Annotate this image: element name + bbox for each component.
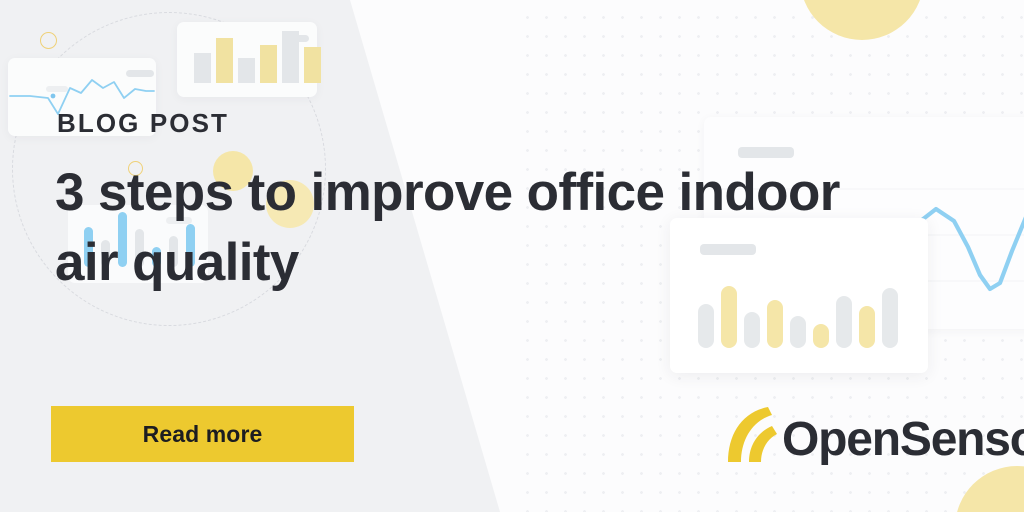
- bar-4: [260, 45, 277, 83]
- brand-name: OpenSensors: [782, 413, 1024, 466]
- bar-4: [767, 300, 783, 348]
- signal-arc-icon: [728, 407, 777, 462]
- ring-small-top-decoration: [40, 32, 57, 49]
- read-more-button[interactable]: Read more: [51, 406, 354, 462]
- mini-card-bar-chart-top: [177, 22, 321, 97]
- bar-7: [836, 296, 852, 348]
- bar-6: [813, 324, 829, 348]
- eyebrow-label: BLOG POST: [57, 108, 230, 138]
- bar-5: [790, 316, 806, 348]
- line-marker-dot: [50, 93, 56, 99]
- bar-1: [194, 53, 211, 83]
- bar-5: [282, 31, 299, 83]
- bar-2: [216, 38, 233, 83]
- blog-post-banner: BLOG POST 3 steps to improve office indo…: [0, 0, 1024, 512]
- bar-3: [238, 58, 255, 83]
- headline-line-1: 3 steps to improve office indoor: [55, 163, 840, 222]
- page-title: 3 steps to improve office indoor air qua…: [55, 158, 935, 299]
- bar-6: [304, 47, 321, 83]
- headline-line-2: air quality: [55, 233, 299, 293]
- bar-1: [698, 304, 714, 348]
- bar-8: [859, 306, 875, 348]
- bar-3: [744, 312, 760, 348]
- brand-logo[interactable]: OpenSensors: [722, 398, 1024, 468]
- bar-chart-plot: [194, 31, 321, 83]
